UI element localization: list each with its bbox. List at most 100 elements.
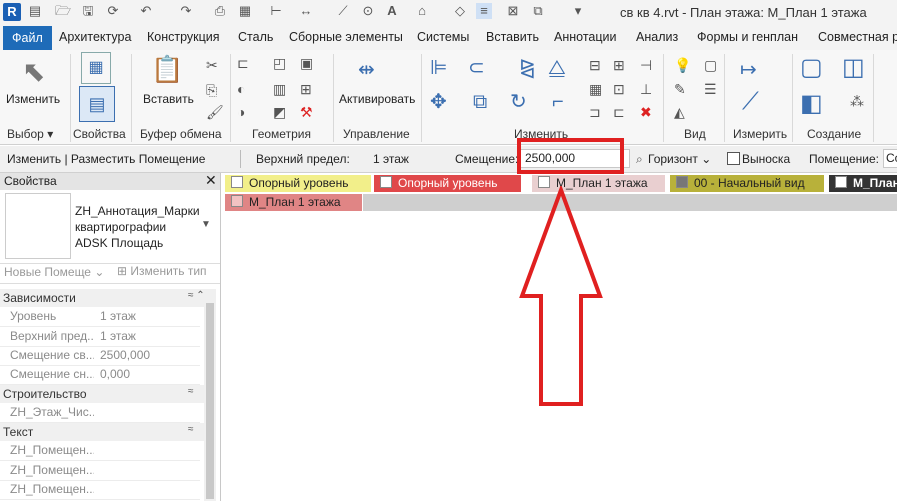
paste-button[interactable]: Вставить <box>143 92 194 106</box>
tab-massing-site[interactable]: Формы и генплан <box>697 30 798 44</box>
prop-row[interactable]: Верхний пред... 1 этаж <box>0 327 200 347</box>
properties-icon[interactable]: ▤ <box>79 86 115 122</box>
mirror-axis-icon[interactable]: ⧎ <box>519 58 536 78</box>
switch-window-icon[interactable]: ⧉ <box>530 3 546 19</box>
prop-row[interactable]: ZH_Помещен... <box>0 480 200 500</box>
group-construction[interactable]: Строительство ≈ <box>0 385 210 403</box>
join-icon[interactable]: ▣ <box>300 56 313 70</box>
wall-joins-icon[interactable]: ⊞ <box>300 82 312 96</box>
trim-icon[interactable]: ⌐ <box>552 92 564 112</box>
revit-logo[interactable]: R <box>3 3 21 21</box>
cope-icon[interactable]: ⊏ <box>237 56 249 70</box>
tab-insert[interactable]: Вставить <box>486 30 539 44</box>
edit-type-button[interactable]: ⊞ Изменить тип <box>117 264 207 278</box>
linework-style-icon[interactable]: ☰ <box>704 82 717 96</box>
text-icon[interactable]: A <box>384 3 400 19</box>
type-properties-icon[interactable]: ▦ <box>81 52 111 84</box>
prop-row[interactable]: Смещение св... 2500,000 <box>0 346 200 366</box>
view-tab[interactable]: Опорный уровень <box>374 175 521 192</box>
trim-multiple-icon[interactable]: ⊏ <box>613 105 625 119</box>
view-tab[interactable]: М_План 1 этажа <box>225 194 362 211</box>
view-tab-active[interactable]: М_План <box>829 175 897 192</box>
unpin-icon[interactable]: ⊣ <box>640 58 652 72</box>
scale-icon[interactable]: ⊡ <box>613 82 625 96</box>
tab-steel[interactable]: Сталь <box>238 30 273 44</box>
open-icon[interactable]: ▤ <box>27 3 43 19</box>
properties-scrollbar[interactable] <box>204 289 216 501</box>
tab-annotate[interactable]: Аннотации <box>554 30 616 44</box>
split-face-icon[interactable]: ◐ <box>237 82 245 96</box>
cut-icon[interactable]: ✂ <box>206 58 218 72</box>
view-tab[interactable]: Опорный уровень <box>225 175 371 192</box>
prop-row[interactable]: ZH_Этаж_Чис... <box>0 403 200 423</box>
tab-file[interactable]: Файл <box>3 26 52 50</box>
redo-icon[interactable]: ↷ <box>178 3 194 19</box>
offset-icon[interactable]: ⊂ <box>468 58 485 78</box>
copy-icon[interactable]: ⎘ <box>206 83 217 97</box>
tab-collaborate[interactable]: Совместная ра <box>818 30 897 44</box>
close-icon[interactable]: ✕ <box>205 172 217 189</box>
move-icon[interactable]: ✥ <box>430 92 447 112</box>
trim-extend-icon[interactable]: ⊐ <box>589 105 601 119</box>
paint-view-icon[interactable]: ◭ <box>674 105 685 119</box>
prop-row[interactable]: ZH_Помещен... <box>0 461 200 481</box>
activate-icon[interactable]: ⇹ <box>358 60 375 80</box>
delete-icon[interactable]: ✖ <box>640 105 652 119</box>
home-icon[interactable]: ⌂ <box>414 3 430 19</box>
customize-icon[interactable]: ▾ <box>570 3 586 19</box>
sync-icon[interactable]: ⟳ <box>105 3 121 19</box>
room-select[interactable]: Со <box>883 149 897 168</box>
remove-paint-icon[interactable]: ◩ <box>273 105 286 119</box>
close-hidden-icon[interactable]: ⊠ <box>505 3 521 19</box>
tab-architecture[interactable]: Архитектура <box>59 30 131 44</box>
tag-icon[interactable]: ⊙ <box>360 3 376 19</box>
create-part-icon[interactable]: ▢ <box>800 56 823 80</box>
align-icon[interactable]: ⊢ <box>268 3 284 19</box>
tab-analyze[interactable]: Анализ <box>636 30 678 44</box>
view-tab[interactable]: 00 - Начальный вид <box>670 175 824 192</box>
tab-precast[interactable]: Сборные элементы <box>289 30 403 44</box>
sheet-icon[interactable]: ▦ <box>237 3 253 19</box>
override-icon[interactable]: ▢ <box>704 58 717 72</box>
match-properties-icon[interactable]: 🖌 <box>206 105 224 119</box>
dimension-icon[interactable]: ↔ <box>298 3 314 19</box>
undo-icon[interactable]: ↶ <box>138 3 154 19</box>
tab-systems[interactable]: Системы <box>417 30 469 44</box>
group-text[interactable]: Текст ≈ <box>0 423 210 441</box>
demolish-hammer-icon[interactable]: ⚒ <box>300 105 313 119</box>
panel-select[interactable]: Выбор ▾ <box>7 127 53 141</box>
scrollbar-thumb[interactable] <box>206 303 214 499</box>
thin-lines-icon[interactable]: ≡ <box>476 3 492 19</box>
chevron-down-icon[interactable]: ▼ <box>201 219 211 230</box>
mirror-draw-icon[interactable]: ⧋ <box>548 58 566 78</box>
new-room-select[interactable]: Новые Помеще ⌄ <box>4 265 104 279</box>
hide-icon[interactable]: 💡 <box>674 58 691 72</box>
group-constraints[interactable]: Зависимости ≈ ⌃ <box>0 289 210 307</box>
tab-structure[interactable]: Конструкция <box>147 30 220 44</box>
rotate-icon[interactable]: ↻ <box>510 92 527 112</box>
orientation-select[interactable]: Горизонт ⌄ <box>648 152 711 166</box>
create-similar-icon[interactable]: ⁂ <box>850 94 864 108</box>
modify-cursor-icon[interactable]: ⬉ <box>22 58 45 86</box>
leader-checkbox[interactable] <box>727 152 740 165</box>
align-tool-icon[interactable]: ⊫ <box>430 58 447 78</box>
line-work-icon[interactable]: ✎ <box>674 82 686 96</box>
copy-tool-icon[interactable]: ⧉ <box>473 92 487 112</box>
modify-button[interactable]: Изменить <box>6 92 60 106</box>
create-assembly-icon[interactable]: ◫ <box>842 56 865 80</box>
measure-tool-icon[interactable]: ⟋ <box>742 90 759 114</box>
upper-limit-select[interactable]: 1 этаж <box>373 152 409 166</box>
pin-icon[interactable]: ⊥ <box>640 82 652 96</box>
print-icon[interactable]: ⎙ <box>212 3 228 19</box>
prop-row[interactable]: Уровень 1 этаж <box>0 307 200 327</box>
paint-icon[interactable]: ▥ <box>273 82 286 96</box>
cut-geometry-icon[interactable]: ◰ <box>273 56 286 70</box>
measure-icon[interactable]: ⟋ <box>335 3 351 19</box>
activate-button[interactable]: Активировать <box>339 92 415 106</box>
prop-row[interactable]: ZH_Помещен... <box>0 441 200 461</box>
paste-icon[interactable]: 📋 <box>151 56 183 82</box>
demolish-icon[interactable]: ◑ <box>237 105 245 119</box>
view-icon[interactable]: ◇ <box>452 3 468 19</box>
create-group-icon[interactable]: ◧ <box>800 92 823 116</box>
split-gap-icon[interactable]: ⊞ <box>613 58 625 72</box>
